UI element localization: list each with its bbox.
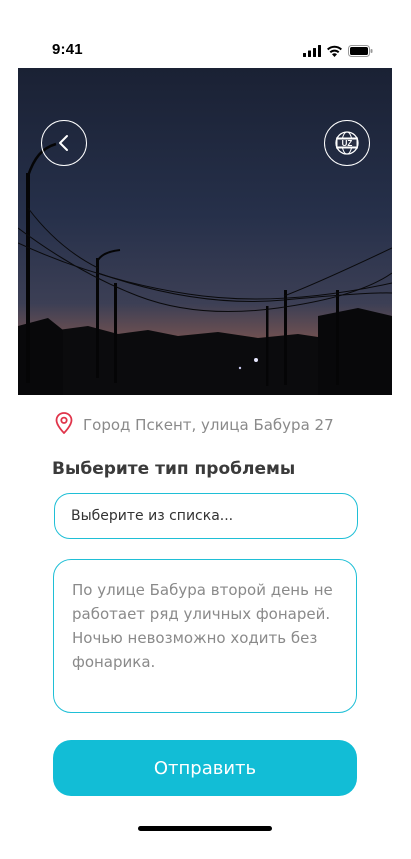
language-badge: UZ [341,138,353,148]
status-bar: 9:41 [0,0,411,68]
location-pin-icon [55,412,73,438]
status-icons [303,42,373,61]
section-title: Выберите тип проблемы [52,459,296,479]
submit-button[interactable]: Отправить [53,740,357,796]
back-button[interactable] [41,120,87,166]
location-address: Город Пскент, улица Бабура 27 [83,416,334,434]
home-indicator [138,826,272,831]
language-button[interactable]: UZ [324,120,370,166]
signal-icon [303,42,321,61]
status-time: 9:41 [52,41,83,58]
submit-button-label: Отправить [153,757,257,779]
description-textarea[interactable]: По улице Бабура второй день не работает … [53,559,357,713]
wifi-icon [326,42,343,61]
problem-type-select[interactable]: Выберите из списка... [54,493,358,539]
battery-icon [348,42,373,61]
location-row: Город Пскент, улица Бабура 27 [55,412,334,438]
problem-type-placeholder: Выберите из списка... [71,508,234,524]
back-arrow-icon [57,134,71,152]
problem-photo: UZ [18,68,392,395]
night-street-scene [18,68,392,395]
